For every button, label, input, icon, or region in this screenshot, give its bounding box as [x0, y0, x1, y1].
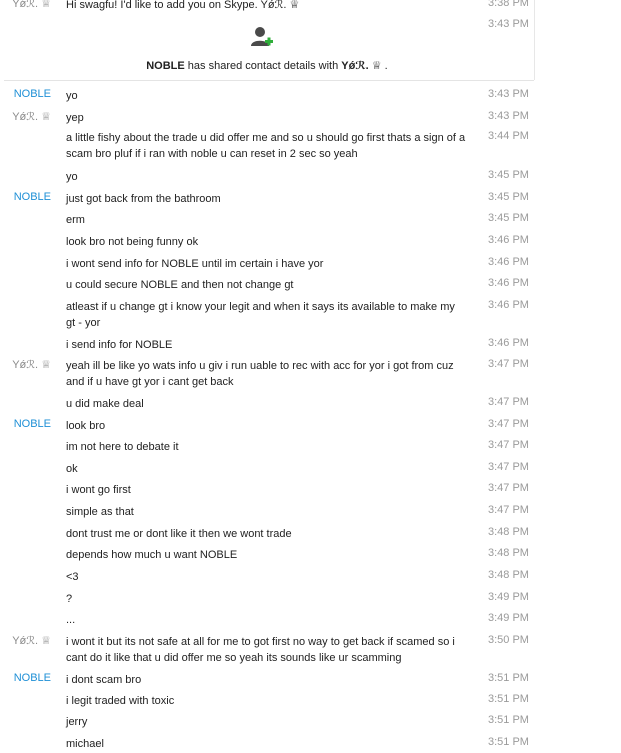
message-text: depends how much u want NOBLE	[66, 549, 238, 561]
message-time: 3:50 PM	[488, 634, 529, 646]
message-text: yeah ill be like yo wats info u giv i ru…	[66, 360, 454, 388]
message-text: ok	[66, 463, 78, 475]
message-time: 3:45 PM	[488, 212, 529, 224]
message-text: u did make deal	[66, 398, 144, 410]
message-text: dont trust me or dont like it then we wo…	[66, 528, 292, 540]
message-time: 3:48 PM	[488, 526, 529, 538]
message-time: 3:51 PM	[488, 736, 529, 748]
share-sender-name: NOBLE	[146, 60, 185, 72]
message-time: 3:47 PM	[488, 482, 529, 494]
message-text: <3	[66, 571, 79, 583]
share-text: has shared contact details with	[184, 60, 342, 72]
message-time: 3:47 PM	[488, 461, 529, 473]
message-text: simple as that	[66, 506, 134, 518]
message-sender: Yǿℛ. ♕	[12, 0, 51, 10]
message-text: jerry	[66, 716, 88, 728]
message-time: 3:47 PM	[488, 504, 529, 516]
message-time: 3:44 PM	[488, 130, 529, 142]
message-text: i wont send info for NOBLE until im cert…	[66, 258, 324, 270]
message-time: 3:51 PM	[488, 714, 529, 726]
message-sender: Yǿℛ. ♕	[12, 359, 51, 371]
message-time: 3:43 PM	[488, 18, 529, 30]
message-time: 3:49 PM	[488, 612, 529, 624]
message-time: 3:47 PM	[488, 439, 529, 451]
chat-history: Yǿℛ. ♕ Hi swagfu! I'd like to add you on…	[0, 0, 621, 753]
message-time: 3:51 PM	[488, 693, 529, 705]
message-text: look bro	[66, 420, 106, 432]
message-time: 3:48 PM	[488, 547, 529, 559]
message-time: 3:49 PM	[488, 591, 529, 603]
message-text: look bro not being funny ok	[66, 236, 199, 248]
message-time: 3:51 PM	[488, 672, 529, 684]
message-text: a little fishy about the trade u did off…	[66, 132, 466, 160]
message-time: 3:46 PM	[488, 277, 529, 289]
message-time: 3:47 PM	[488, 396, 529, 408]
message-text: atleast if u change gt i know your legit…	[66, 301, 455, 329]
message-time: 3:45 PM	[488, 191, 529, 203]
message-text: yep	[66, 112, 84, 124]
message-text: michael	[66, 738, 104, 750]
message-text: i dont scam bro	[66, 674, 142, 686]
separator-line	[534, 0, 535, 80]
message-text: i send info for NOBLE	[66, 339, 173, 351]
message-sender: Yǿℛ. ♕	[12, 111, 51, 123]
message-text: ...	[66, 614, 76, 626]
message-text: i wont it but its not safe at all for me…	[66, 636, 455, 664]
message-text: i wont go first	[66, 484, 131, 496]
share-text-end: .	[381, 60, 388, 72]
message-text: erm	[66, 214, 85, 226]
share-target-name: Yǿℛ. ♕	[341, 60, 382, 72]
message-time: 3:46 PM	[488, 234, 529, 246]
message-time: 3:46 PM	[488, 299, 529, 311]
message-sender: NOBLE	[13, 418, 51, 430]
message-sender: Yǿℛ. ♕	[12, 635, 51, 647]
message-text: u could secure NOBLE and then not change…	[66, 279, 294, 291]
message-sender: NOBLE	[13, 191, 51, 203]
message-time: 3:48 PM	[488, 569, 529, 581]
message-text: Hi swagfu! I'd like to add you on Skype.…	[66, 0, 300, 11]
message-time: 3:45 PM	[488, 169, 529, 181]
message-time: 3:38 PM	[488, 0, 529, 9]
message-text: just got back from the bathroom	[66, 193, 221, 205]
message-time: 3:43 PM	[488, 88, 529, 100]
message-time: 3:47 PM	[488, 418, 529, 430]
message-time: 3:46 PM	[488, 337, 529, 349]
contact-share-notice: NOBLE has shared contact details with Yǿ…	[0, 59, 534, 72]
message-text: yo	[66, 90, 78, 102]
message-text: yo	[66, 171, 78, 183]
message-text: i legit traded with toxic	[66, 695, 175, 707]
message-sender: NOBLE	[13, 672, 51, 684]
add-contact-icon	[251, 27, 273, 46]
message-text: ?	[66, 593, 73, 605]
message-sender: NOBLE	[13, 88, 51, 100]
message-time: 3:46 PM	[488, 256, 529, 268]
message-time: 3:47 PM	[488, 358, 529, 370]
message-text: im not here to debate it	[66, 441, 179, 453]
divider	[4, 80, 534, 81]
message-time: 3:43 PM	[488, 110, 529, 122]
